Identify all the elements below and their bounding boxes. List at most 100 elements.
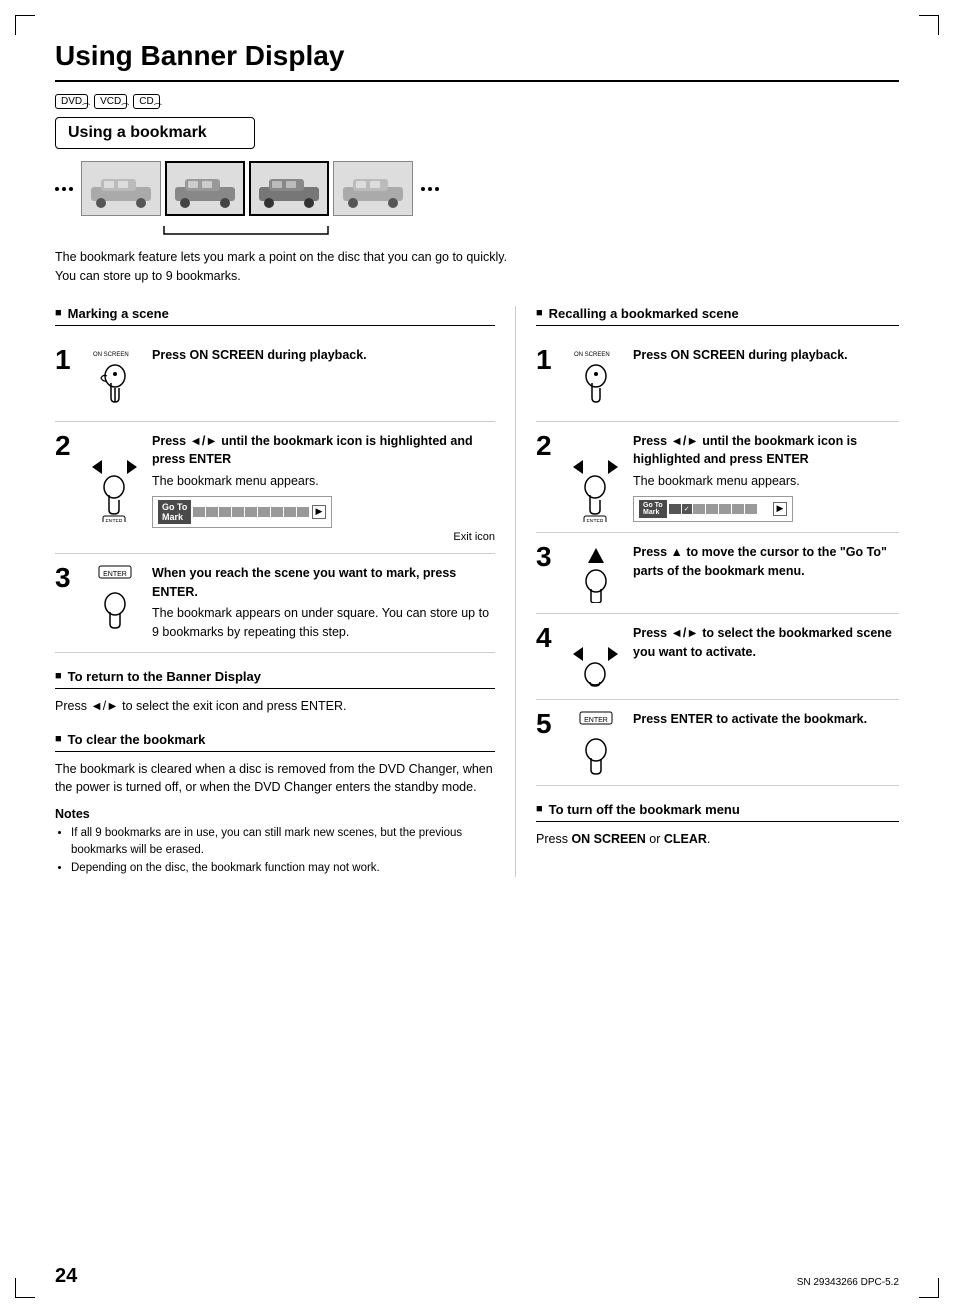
recall-step-2-icon: ENTER (568, 432, 623, 522)
recall-step-1: 1 ON SCREEN Press ON SCREEN during playb… (536, 336, 899, 422)
marking-step-2: 2 ENTER Pres (55, 422, 495, 554)
step-number-1: 1 (55, 346, 77, 374)
recall-step-number-2: 2 (536, 432, 558, 460)
turnoff-text: Press ON SCREEN or CLEAR. (536, 830, 899, 849)
bm-slots-2: ✓ (669, 504, 757, 514)
step-1-bold: Press ON SCREEN during playback. (152, 348, 367, 362)
recall-step-3-bold: Press ▲ to move the cursor to the "Go To… (633, 545, 887, 578)
vcd-icon: VCD (94, 94, 127, 109)
car-frame-4 (338, 169, 408, 209)
recall-on-screen-hand-1: ON SCREEN (572, 346, 620, 411)
exit-icon-2: ▶ (773, 502, 787, 516)
turnoff-section: To turn off the bookmark menu Press ON S… (536, 802, 899, 849)
step-1-content: Press ON SCREEN during playback. (152, 346, 495, 365)
return-text: Press ◄/► to select the exit icon and pr… (55, 697, 495, 716)
dvd-icon: DVD (55, 94, 88, 109)
recall-step-5: 5 ENTER Press ENTER to activate the book… (536, 700, 899, 786)
recall-step-number-4: 4 (536, 624, 558, 652)
recall-step-number-1: 1 (536, 346, 558, 374)
page-container: Using Banner Display DVD VCD CD Using a … (0, 0, 954, 1313)
bracket-svg (162, 224, 330, 238)
step-3-bold: When you reach the scene you want to mar… (152, 566, 456, 599)
bm-check-1: ✓ (682, 504, 692, 514)
bm-slots (193, 507, 309, 517)
cd-icon: CD (133, 94, 159, 109)
svg-text:ENTER: ENTER (587, 519, 604, 522)
bookmark-description: The bookmark feature lets you mark a poi… (55, 248, 515, 286)
lr-arrows-hand-icon: ENTER (87, 432, 142, 522)
svg-text:ON SCREEN: ON SCREEN (574, 352, 610, 358)
page-number: 24 (55, 1265, 77, 1288)
step-number-2: 2 (55, 432, 77, 460)
recall-step-number-5: 5 (536, 710, 558, 738)
note-item-1: If all 9 bookmarks are in use, you can s… (71, 825, 495, 860)
svg-text:ON SCREEN: ON SCREEN (93, 352, 129, 358)
step-2-content: Press ◄/► until the bookmark icon is hig… (152, 432, 495, 543)
recalling-heading: Recalling a bookmarked scene (536, 306, 899, 326)
bookmark-menu-illustration-2: Go ToMark ✓ ▶ (633, 496, 793, 522)
goto-label: Go ToMark (158, 500, 191, 524)
marking-heading: Marking a scene (55, 306, 495, 326)
recall-step-4-icon (568, 624, 623, 689)
marking-section: Marking a scene 1 ON SCREEN (55, 306, 515, 877)
recall-step-1-bold: Press ON SCREEN during playback. (633, 348, 848, 362)
recall-step-2: 2 ENTER Press ◄/► until the bookmark ico… (536, 422, 899, 533)
svg-text:ENTER: ENTER (584, 717, 608, 724)
exit-icon: ▶ (312, 505, 326, 519)
recall-lr-arrows-hand-icon: ENTER (568, 432, 623, 522)
car-frame-2 (170, 169, 240, 209)
recall-step-5-content: Press ENTER to activate the bookmark. (633, 710, 899, 729)
two-col-layout: Marking a scene 1 ON SCREEN (55, 306, 899, 877)
goto-label-2: Go ToMark (639, 500, 667, 518)
corner-mark-tr (919, 15, 939, 35)
recall-step-5-icon: ENTER (568, 710, 623, 775)
step-1-icon: ON SCREEN (87, 346, 142, 411)
recall-step-number-3: 3 (536, 543, 558, 571)
recall-step-4: 4 Press ◄/► to select the bookmarked sce… (536, 614, 899, 700)
recall-step-1-icon: ON SCREEN (568, 346, 623, 411)
marking-step-3: 3 ENTER When you reach the scene you wan… (55, 554, 495, 653)
recall-step-2-bold: Press ◄/► until the bookmark icon is hig… (633, 434, 857, 467)
recall-enter-hand-icon: ENTER (572, 710, 620, 775)
bookmark-section-title: Using a bookmark (55, 117, 255, 149)
step-2-icon: ENTER (87, 432, 142, 522)
clear-section: To clear the bookmark The bookmark is cl… (55, 732, 495, 798)
recall-step-4-bold: Press ◄/► to select the bookmarked scene… (633, 626, 892, 659)
recall-step-4-content: Press ◄/► to select the bookmarked scene… (633, 624, 899, 662)
notes-section: Notes If all 9 bookmarks are in use, you… (55, 807, 495, 877)
recall-step-1-content: Press ON SCREEN during playback. (633, 346, 899, 365)
step-2-bold: Press ◄/► until the bookmark icon is hig… (152, 434, 473, 467)
step-number-3: 3 (55, 564, 77, 592)
clear-heading: To clear the bookmark (55, 732, 495, 752)
exit-icon-label: Exit icon (152, 531, 495, 543)
note-item-2: Depending on the disc, the bookmark func… (71, 860, 495, 877)
doc-number: SN 29343266 DPC-5.2 (797, 1277, 899, 1288)
step-3-icon: ENTER (87, 564, 142, 629)
bookmark-menu-illustration-1: Go ToMark ▶ (152, 496, 332, 528)
svg-text:ENTER: ENTER (106, 519, 123, 522)
recall-step-3: 3 Press ▲ to move the cursor to the "Go … (536, 533, 899, 614)
car-frame-1 (86, 169, 156, 209)
notes-title: Notes (55, 807, 495, 821)
arrow-up-hand-icon (572, 543, 620, 603)
recalling-section: Recalling a bookmarked scene 1 ON SCREEN… (515, 306, 899, 877)
svg-text:ENTER: ENTER (103, 571, 127, 578)
notes-list: If all 9 bookmarks are in use, you can s… (71, 825, 495, 877)
disc-icons: DVD VCD CD (55, 94, 899, 109)
corner-mark-tl (15, 15, 35, 35)
recall-lr-arrows-hand-2 (568, 624, 623, 689)
step-2-normal: The bookmark menu appears. (152, 472, 495, 491)
on-screen-hand-icon-1: ON SCREEN (91, 346, 139, 411)
return-heading: To return to the Banner Display (55, 669, 495, 689)
recall-step-2-normal: The bookmark menu appears. (633, 472, 899, 491)
marking-step-1: 1 ON SCREEN Press ON SCREEN during playb (55, 336, 495, 422)
recall-step-3-content: Press ▲ to move the cursor to the "Go To… (633, 543, 899, 581)
corner-mark-bl (15, 1278, 35, 1298)
turnoff-heading: To turn off the bookmark menu (536, 802, 899, 822)
corner-mark-br (919, 1278, 939, 1298)
step-3-content: When you reach the scene you want to mar… (152, 564, 495, 642)
return-section: To return to the Banner Display Press ◄/… (55, 669, 495, 716)
recall-step-3-icon (568, 543, 623, 603)
clear-text: The bookmark is cleared when a disc is r… (55, 760, 495, 798)
filmstrip (55, 161, 899, 216)
